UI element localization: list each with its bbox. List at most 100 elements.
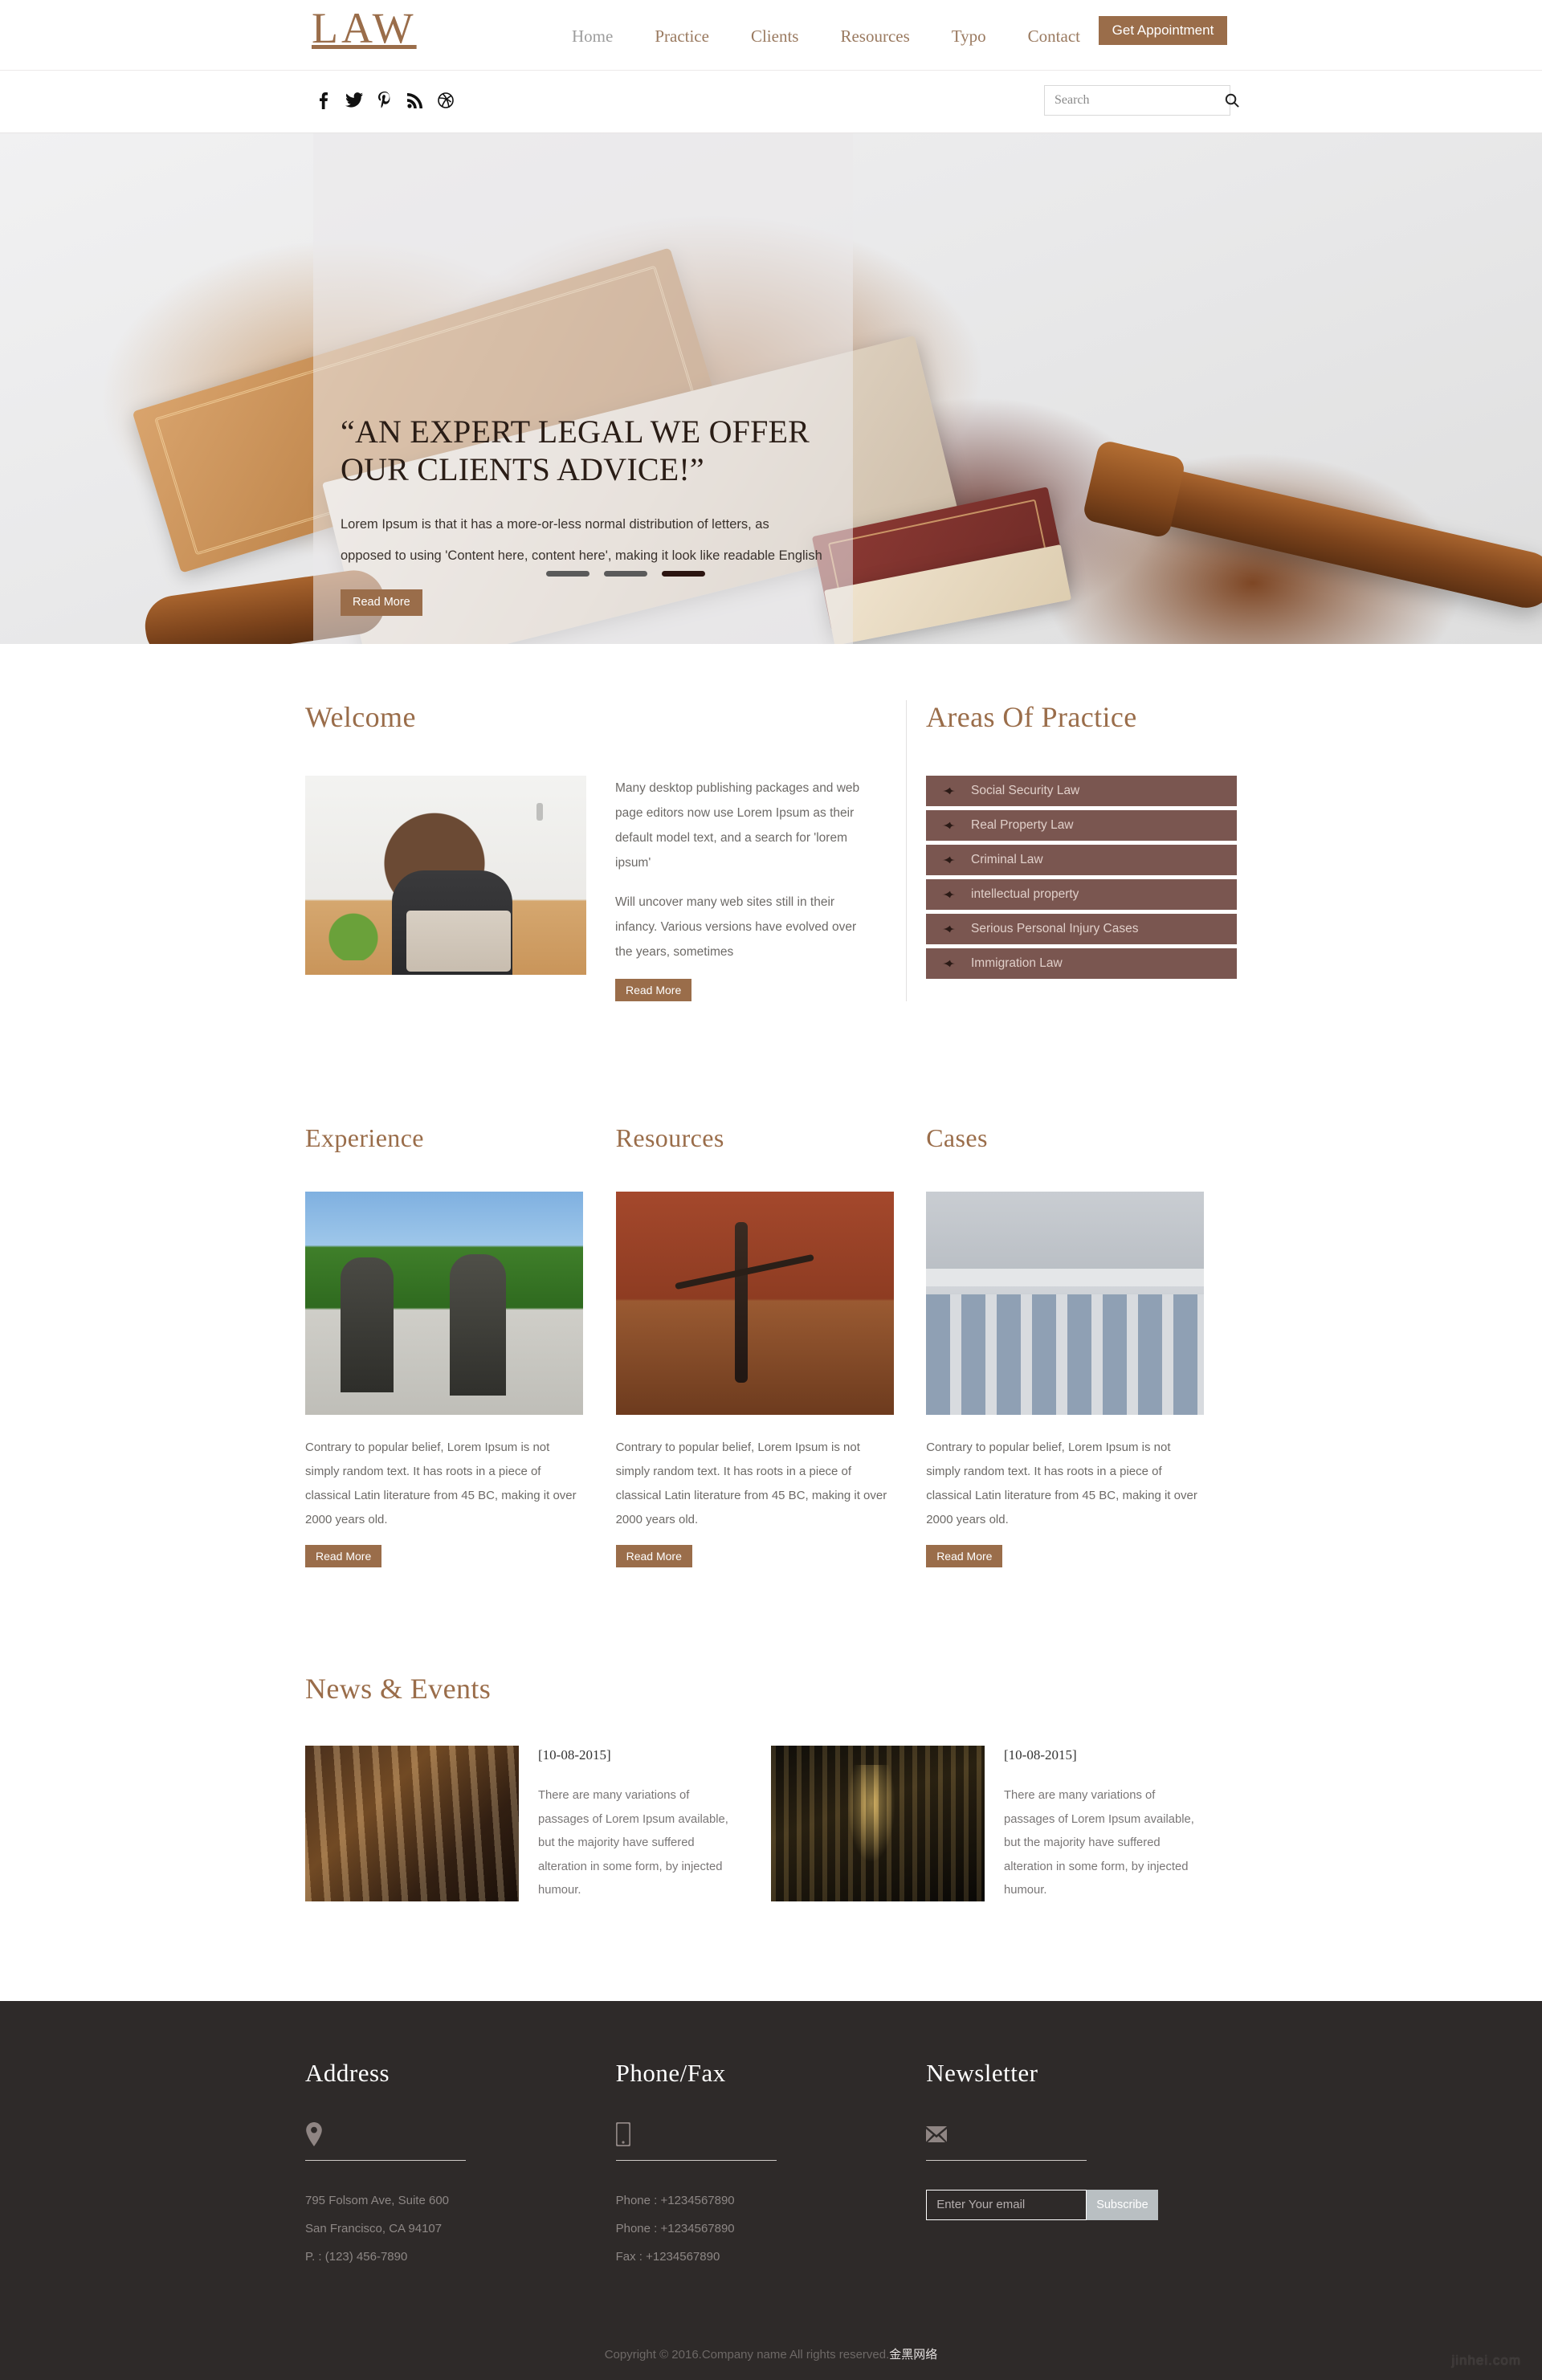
practice-column: Areas Of Practice Social Security Law Re… <box>906 700 1237 1001</box>
hero-slider: “AN EXPERT LEGAL WE OFFER OUR CLIENTS AD… <box>0 133 1542 644</box>
arrow-right-icon <box>942 821 958 830</box>
arrow-right-icon <box>942 786 958 796</box>
feature-column-experience: Experience Contrary to popular belief, L… <box>305 1123 616 1567</box>
practice-title: Areas Of Practice <box>926 701 1137 733</box>
pinterest-icon[interactable] <box>376 91 394 110</box>
main-navigation: Home Practice Clients Resources Typo Con… <box>551 27 1101 45</box>
welcome-paragraph-1: Many desktop publishing packages and web… <box>615 781 860 870</box>
feature-title: Resources <box>615 1123 724 1152</box>
decor-plant <box>324 911 382 960</box>
site-logo[interactable]: LAW <box>312 6 417 50</box>
slider-dot-3[interactable] <box>662 571 705 577</box>
news-date: [10-08-2015] <box>538 1747 611 1763</box>
hero-read-more-button[interactable]: Read More <box>341 589 422 616</box>
footer-phone-column: Phone/Fax Phone : +1234567890 Phone : +1… <box>615 2058 927 2272</box>
practice-item-label: Immigration Law <box>971 956 1063 970</box>
nav-item-typo[interactable]: Typo <box>931 27 1007 45</box>
feature-title: Cases <box>926 1123 988 1152</box>
search-box[interactable] <box>1044 85 1239 116</box>
copyright-bar: Copyright © 2016.Company name All rights… <box>305 2345 1237 2380</box>
practice-item-label: intellectual property <box>971 887 1079 901</box>
feature-read-more-button[interactable]: Read More <box>305 1545 382 1567</box>
site-footer: Address 795 Folsom Ave, Suite 600 San Fr… <box>0 2000 1542 2380</box>
practice-list: Social Security Law Real Property Law Cr… <box>926 776 1237 979</box>
arrow-right-icon <box>942 890 958 899</box>
newsletter-subscribe-button[interactable]: Subscribe <box>1087 2189 1158 2220</box>
envelope-icon <box>926 2118 1189 2150</box>
news-item[interactable]: [10-08-2015] There are many variations o… <box>305 1746 771 1903</box>
dribbble-icon[interactable] <box>437 91 455 110</box>
welcome-text-block: Many desktop publishing packages and web… <box>615 776 866 1001</box>
welcome-read-more-button[interactable]: Read More <box>615 979 692 1001</box>
practice-item-intellectual-property[interactable]: intellectual property <box>926 879 1237 910</box>
footer-address-line-1: 795 Folsom Ave, Suite 600 <box>305 2193 450 2207</box>
search-input[interactable] <box>1045 86 1225 115</box>
footer-address-title: Address <box>305 2058 390 2087</box>
feature-image <box>305 1192 583 1415</box>
welcome-column: Welcome Many desktop publishing packages… <box>305 700 906 1001</box>
footer-newsletter-title: Newsletter <box>926 2058 1038 2087</box>
feature-image <box>615 1192 894 1415</box>
feature-text: Contrary to popular belief, Lorem Ipsum … <box>615 1441 887 1526</box>
footer-fax-line: Fax : +1234567890 <box>615 2250 720 2264</box>
decor-door-handle <box>536 803 543 821</box>
hero-title: “AN EXPERT LEGAL WE OFFER OUR CLIENTS AD… <box>341 414 810 488</box>
sub-header-bar <box>0 71 1542 133</box>
footer-address-column: Address 795 Folsom Ave, Suite 600 San Fr… <box>305 2059 616 2272</box>
arrow-right-icon <box>942 855 958 865</box>
news-item[interactable]: [10-08-2015] There are many variations o… <box>771 1746 1237 1903</box>
practice-item-label: Serious Personal Injury Cases <box>971 922 1139 935</box>
feature-column-resources: Resources Contrary to popular belief, Lo… <box>615 1123 927 1567</box>
practice-item-immigration-law[interactable]: Immigration Law <box>926 948 1237 979</box>
feature-read-more-button[interactable]: Read More <box>615 1545 692 1567</box>
feature-image <box>926 1192 1205 1415</box>
hero-content: “AN EXPERT LEGAL WE OFFER OUR CLIENTS AD… <box>341 413 830 616</box>
slider-dot-1[interactable] <box>546 571 589 577</box>
copyright-cn-text: 金黑网络 <box>889 2347 938 2362</box>
news-thumbnail <box>771 1746 985 1901</box>
news-text: There are many variations of passages of… <box>1004 1789 1194 1897</box>
search-submit-button[interactable] <box>1225 86 1239 115</box>
practice-item-real-property-law[interactable]: Real Property Law <box>926 810 1237 841</box>
decor-laptop <box>406 911 511 972</box>
news-thumbnail <box>305 1746 519 1901</box>
slider-pagination <box>546 571 705 577</box>
feature-read-more-button[interactable]: Read More <box>926 1545 1003 1567</box>
welcome-image <box>305 776 586 975</box>
nav-item-practice[interactable]: Practice <box>634 27 730 45</box>
news-title: News & Events <box>305 1673 492 1705</box>
twitter-icon[interactable] <box>345 91 363 110</box>
footer-address-line-3: P. : (123) 456-7890 <box>305 2250 408 2264</box>
footer-divider <box>305 2159 466 2161</box>
slider-dot-2[interactable] <box>604 571 647 577</box>
feature-text: Contrary to popular belief, Lorem Ipsum … <box>305 1441 577 1526</box>
decor-gavel-right <box>1139 464 1542 613</box>
practice-item-label: Social Security Law <box>971 784 1080 797</box>
footer-divider <box>926 2159 1087 2161</box>
rss-icon[interactable] <box>406 91 424 110</box>
facebook-icon[interactable] <box>315 91 332 110</box>
practice-item-label: Criminal Law <box>971 853 1043 866</box>
footer-address-line-2: San Francisco, CA 94107 <box>305 2222 443 2236</box>
nav-item-home[interactable]: Home <box>551 27 634 45</box>
map-pin-icon <box>305 2118 568 2150</box>
hero-description: Lorem Ipsum is that it has a more-or-les… <box>341 517 822 564</box>
welcome-title: Welcome <box>305 701 416 733</box>
welcome-paragraph-2: Will uncover many web sites still in the… <box>615 895 857 959</box>
feature-title: Experience <box>305 1123 424 1152</box>
footer-phone-title: Phone/Fax <box>615 2058 726 2087</box>
get-appointment-button[interactable]: Get Appointment <box>1099 16 1227 45</box>
nav-item-resources[interactable]: Resources <box>819 27 930 45</box>
nav-item-contact[interactable]: Contact <box>1007 27 1101 45</box>
welcome-practice-section: Welcome Many desktop publishing packages… <box>305 644 1237 1001</box>
practice-item-serious-personal-injury-cases[interactable]: Serious Personal Injury Cases <box>926 914 1237 944</box>
footer-phone-line-1: Phone : +1234567890 <box>615 2193 735 2207</box>
watermark: jinhei.com <box>1451 2352 1521 2368</box>
news-date: [10-08-2015] <box>1004 1747 1077 1763</box>
practice-item-criminal-law[interactable]: Criminal Law <box>926 845 1237 875</box>
newsletter-form: Subscribe <box>926 2189 1189 2220</box>
newsletter-email-input[interactable] <box>926 2189 1087 2220</box>
footer-phone-line-2: Phone : +1234567890 <box>615 2222 735 2236</box>
nav-item-clients[interactable]: Clients <box>730 27 820 45</box>
practice-item-social-security-law[interactable]: Social Security Law <box>926 776 1237 806</box>
